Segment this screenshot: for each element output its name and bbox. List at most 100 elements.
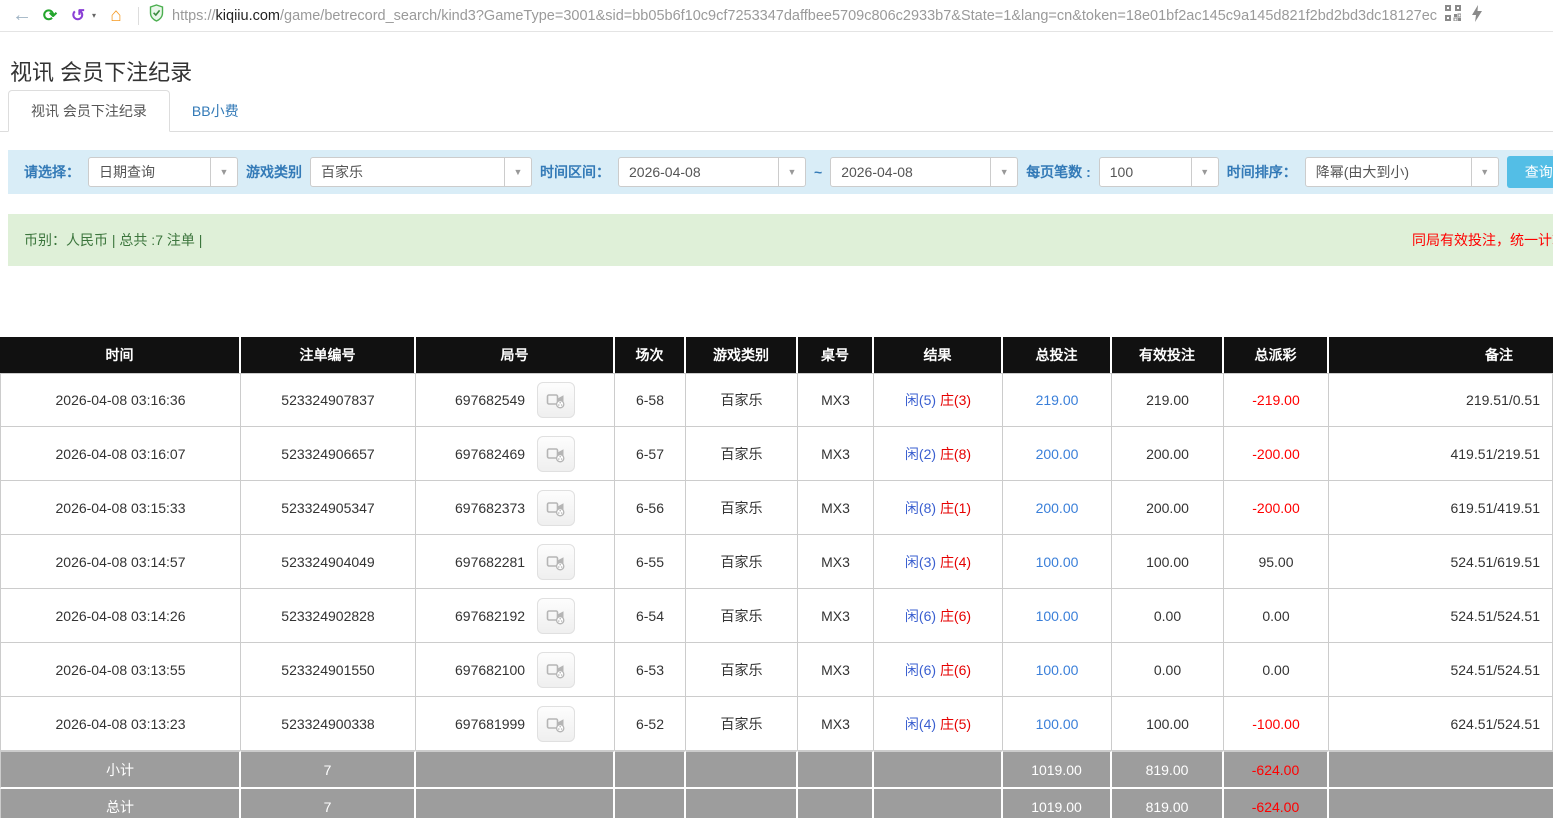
url-scheme: https://: [172, 8, 216, 24]
chevron-down-icon: ▼: [210, 158, 237, 186]
round-number: 697681999: [455, 716, 525, 732]
back-icon[interactable]: ←: [8, 3, 36, 29]
game-type-value: 百家乐: [311, 162, 504, 182]
home-icon[interactable]: ⌂: [102, 3, 130, 29]
undo-icon[interactable]: ↺: [64, 3, 92, 29]
total-payout: -624.00: [1224, 789, 1329, 818]
cell-result: 闲(3) 庄(4): [874, 535, 1003, 589]
round-number: 697682469: [455, 446, 525, 462]
chevron-down-icon: ▼: [1471, 158, 1498, 186]
cell-total-bet: 100.00: [1003, 697, 1112, 751]
subtotal-label: 小计: [0, 751, 241, 789]
refresh-icon[interactable]: ⟳: [36, 3, 64, 29]
date-to-picker[interactable]: 2026-04-08 ▼: [830, 157, 1018, 187]
sort-label: 时间排序：: [1227, 162, 1297, 182]
cell-game: 百家乐: [686, 697, 798, 751]
cell-valid-bet: 0.00: [1112, 589, 1224, 643]
date-to-value: 2026-04-08: [831, 164, 990, 180]
cell-result: 闲(6) 庄(6): [874, 643, 1003, 697]
cell-payout: -100.00: [1224, 697, 1329, 751]
game-type-label: 游戏类别: [246, 162, 302, 182]
chevron-down-icon: ▼: [1191, 158, 1218, 186]
video-replay-button[interactable]: [537, 490, 575, 526]
col-game-type: 游戏类别: [686, 337, 798, 373]
date-from-picker[interactable]: 2026-04-08 ▼: [618, 157, 806, 187]
cell-game: 百家乐: [686, 373, 798, 427]
query-type-select[interactable]: 日期查询 ▼: [88, 157, 238, 187]
cell-remark: 619.51/419.51: [1329, 481, 1553, 535]
query-type-value: 日期查询: [89, 162, 210, 182]
address-bar[interactable]: https://kiqiiu.com/game/betrecord_search…: [147, 4, 1545, 27]
cell-time: 2026-04-08 03:16:36: [0, 373, 241, 427]
cell-valid-bet: 100.00: [1112, 697, 1224, 751]
cell-remark: 419.51/219.51: [1329, 427, 1553, 481]
search-button[interactable]: 查询: [1507, 156, 1553, 188]
browser-chrome: ← ⟳ ↺ ▾ ⌂ https://kiqiiu.com/game/betrec…: [0, 0, 1553, 32]
table-row: 2026-04-08 03:14:26 523324902828 6976821…: [0, 589, 1553, 643]
table-row: 2026-04-08 03:13:23 523324900338 6976819…: [0, 697, 1553, 751]
cell-round: 697682469: [416, 427, 615, 481]
cell-bet-id: 523324900338: [241, 697, 416, 751]
col-bet-id: 注单编号: [241, 337, 416, 373]
cell-session: 6-56: [615, 481, 686, 535]
cell-session: 6-53: [615, 643, 686, 697]
video-replay-button[interactable]: [537, 382, 575, 418]
cell-session: 6-58: [615, 373, 686, 427]
result-banker: 庄(5): [940, 716, 971, 732]
subtotal-count: 7: [241, 751, 416, 789]
result-player: 闲(2): [905, 446, 936, 462]
bet-records-table: 时间 注单编号 局号 场次 游戏类别 桌号 结果 总投注 有效投注 总派彩 备注…: [0, 337, 1553, 818]
total-row: 总计 7 1019.00 819.00 -624.00: [0, 789, 1553, 818]
col-time: 时间: [0, 337, 241, 373]
cell-remark: 524.51/524.51: [1329, 589, 1553, 643]
video-replay-button[interactable]: [537, 598, 575, 634]
chevron-down-icon: ▼: [990, 158, 1017, 186]
cell-round: 697682192: [416, 589, 615, 643]
page-size-select[interactable]: 100 ▼: [1099, 157, 1219, 187]
col-payout: 总派彩: [1224, 337, 1329, 373]
cell-round: 697681999: [416, 697, 615, 751]
cell-session: 6-52: [615, 697, 686, 751]
video-replay-button[interactable]: [537, 652, 575, 688]
cell-game: 百家乐: [686, 589, 798, 643]
round-number: 697682192: [455, 608, 525, 624]
cell-game: 百家乐: [686, 535, 798, 589]
summary-bar: 币别：人民币 | 总共 :7 注单 | 同局有效投注，统一计算在该局: [8, 214, 1553, 266]
sort-select[interactable]: 降幂(由大到小) ▼: [1305, 157, 1499, 187]
cell-game: 百家乐: [686, 427, 798, 481]
cell-time: 2026-04-08 03:14:57: [0, 535, 241, 589]
col-total-bet: 总投注: [1003, 337, 1112, 373]
table-row: 2026-04-08 03:16:36 523324907837 6976825…: [0, 373, 1553, 427]
game-type-select[interactable]: 百家乐 ▼: [310, 157, 532, 187]
cell-payout: -200.00: [1224, 481, 1329, 535]
cell-round: 697682100: [416, 643, 615, 697]
cell-table-no: MX3: [798, 697, 874, 751]
cell-valid-bet: 200.00: [1112, 481, 1224, 535]
tab-bb-tips[interactable]: BB小费: [170, 91, 261, 131]
result-banker: 庄(8): [940, 446, 971, 462]
total-count: 7: [241, 789, 416, 818]
round-number: 697682100: [455, 662, 525, 678]
result-player: 闲(4): [905, 716, 936, 732]
col-session: 场次: [615, 337, 686, 373]
video-replay-button[interactable]: [537, 706, 575, 742]
lightning-icon[interactable]: [1471, 5, 1483, 27]
video-replay-button[interactable]: [537, 544, 575, 580]
cell-table-no: MX3: [798, 643, 874, 697]
tab-bet-records[interactable]: 视讯 会员下注纪录: [8, 90, 170, 132]
undo-dropdown-icon[interactable]: ▾: [92, 11, 102, 20]
cell-payout: -200.00: [1224, 427, 1329, 481]
subtotal-row: 小计 7 1019.00 819.00 -624.00: [0, 751, 1553, 789]
cell-time: 2026-04-08 03:15:33: [0, 481, 241, 535]
cell-bet-id: 523324902828: [241, 589, 416, 643]
subtotal-valid-bet: 819.00: [1112, 751, 1224, 789]
qr-code-icon[interactable]: [1445, 5, 1461, 26]
cell-total-bet: 200.00: [1003, 481, 1112, 535]
round-number: 697682281: [455, 554, 525, 570]
cell-time: 2026-04-08 03:13:23: [0, 697, 241, 751]
cell-round: 697682373: [416, 481, 615, 535]
url-host: kiqiiu.com: [216, 8, 280, 24]
video-replay-button[interactable]: [537, 436, 575, 472]
round-number: 697682549: [455, 392, 525, 408]
valid-bet-notice-text: 同局有效投注，统一计算在该局: [1412, 230, 1553, 250]
